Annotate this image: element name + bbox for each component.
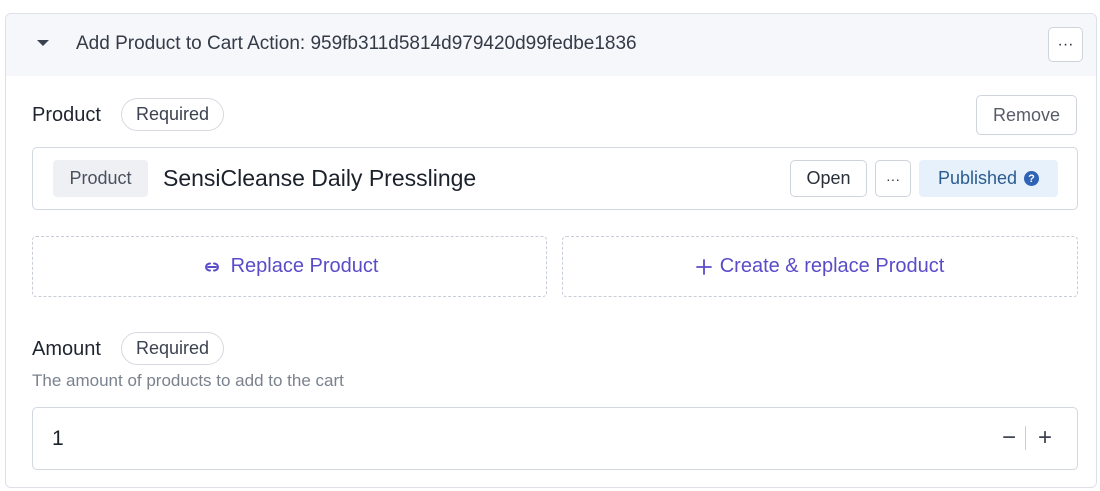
product-name: SensiCleanse Daily Presslinge: [163, 165, 477, 191]
question-circle-icon[interactable]: ?: [1024, 171, 1040, 186]
action-card: Add Product to Cart Action: 959fb311d581…: [5, 13, 1097, 488]
stepper-divider: [1025, 426, 1026, 450]
increment-button[interactable]: +: [1032, 422, 1058, 454]
amount-required-badge: Required: [121, 332, 225, 365]
remove-button[interactable]: Remove: [976, 95, 1077, 135]
chevron-down-icon[interactable]: [37, 40, 49, 46]
open-button[interactable]: Open: [790, 160, 867, 197]
action-header[interactable]: Add Product to Cart Action: 959fb311d581…: [6, 14, 1096, 76]
amount-value[interactable]: 1: [52, 427, 64, 451]
reference-type-chip: Product: [53, 160, 148, 197]
action-menu-button[interactable]: ···: [1048, 27, 1083, 62]
decrement-button[interactable]: −: [996, 422, 1022, 454]
link-icon: [201, 260, 223, 274]
product-label: Product: [32, 104, 101, 126]
replace-product-label: Replace Product: [230, 255, 379, 277]
amount-label: Amount: [32, 338, 101, 360]
amount-description: The amount of products to add to the car…: [32, 371, 344, 390]
create-replace-product-button[interactable]: Create & replace Product: [562, 236, 1078, 297]
status-badge: Published ?: [919, 160, 1058, 197]
plus-icon: [695, 258, 712, 275]
replace-product-button[interactable]: Replace Product: [32, 236, 547, 297]
amount-input[interactable]: 1 − +: [32, 407, 1078, 470]
product-required-badge: Required: [121, 98, 225, 131]
status-label: Published: [937, 168, 1018, 188]
create-replace-product-label: Create & replace Product: [719, 255, 945, 277]
reference-menu-button[interactable]: ···: [875, 160, 911, 197]
product-reference[interactable]: Product SensiCleanse Daily Presslinge Op…: [32, 147, 1078, 210]
action-title: Add Product to Cart Action: 959fb311d581…: [76, 33, 637, 54]
